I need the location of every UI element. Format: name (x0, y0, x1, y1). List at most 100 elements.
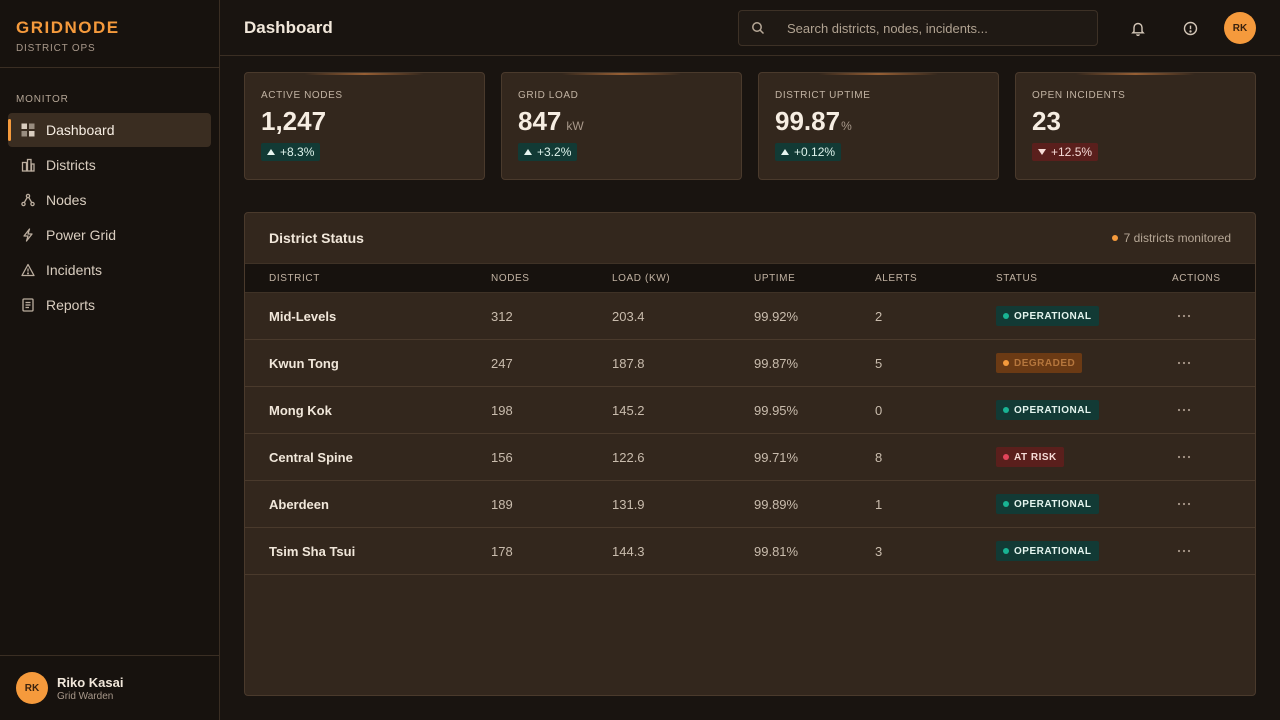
kpi-delta-badge: +3.2% (518, 143, 578, 161)
header-avatar[interactable]: RK (1224, 12, 1256, 44)
uptime-value: 99.87% (754, 355, 799, 371)
uptime-value: 99.95% (754, 402, 799, 418)
status-cell: OPERATIONAL (996, 528, 1099, 574)
kpi-value: 847 (518, 106, 562, 136)
arrow-up-icon (781, 149, 789, 155)
sidebar-item-reports[interactable]: Reports (8, 288, 211, 322)
arrow-up-icon (267, 149, 275, 155)
column-header-actions[interactable]: ACTIONS (1172, 264, 1221, 292)
kpi-label: GRID LOAD (518, 90, 579, 101)
brand-subtitle: DISTRICT OPS (16, 43, 96, 54)
row-actions-button[interactable] (1172, 528, 1196, 574)
help-button[interactable] (1180, 18, 1200, 38)
alerts-count: 2 (875, 308, 883, 324)
bell-icon (1131, 22, 1145, 36)
row-actions-button[interactable] (1172, 434, 1196, 480)
sidebar-item-label: Incidents (46, 262, 103, 278)
sidebar-item-districts[interactable]: Districts (8, 148, 211, 182)
status-badge: DEGRADED (996, 353, 1083, 373)
kpi-value: 23 (1032, 106, 1061, 136)
alerts-count: 0 (875, 402, 883, 418)
kpi-label: OPEN INCIDENTS (1032, 90, 1126, 101)
column-header-status[interactable]: STATUS (996, 264, 1038, 292)
alerts-count: 5 (875, 355, 883, 371)
sidebar-item-nodes[interactable]: Nodes (8, 183, 211, 217)
status-dot (1003, 360, 1009, 366)
table-row[interactable]: Tsim Sha Tsui 178 144.3 99.81% 3 OPERATI… (245, 528, 1255, 575)
search-bar[interactable] (738, 10, 1098, 46)
column-header-uptime[interactable]: UPTIME (754, 264, 795, 292)
status-label: DEGRADED (1014, 357, 1076, 369)
uptime-value: 99.71% (754, 449, 799, 465)
load-value: 203.4 (612, 308, 645, 324)
load-value: 131.9 (612, 496, 645, 512)
status-dot (1003, 407, 1009, 413)
status-cell: DEGRADED (996, 340, 1083, 386)
status-label: AT RISK (1014, 451, 1057, 463)
status-cell: AT RISK (996, 434, 1064, 480)
more-horizontal-icon (1177, 455, 1191, 459)
sidebar-item-label: Nodes (46, 192, 87, 208)
table-row[interactable]: Kwun Tong 247 187.8 99.87% 5 DEGRADED (245, 340, 1255, 387)
column-header-nodes[interactable]: NODES (491, 264, 530, 292)
page-title: Dashboard (244, 17, 333, 37)
kpi-card-district-uptime[interactable]: DISTRICT UPTIME 99.87 % +0.12% (758, 72, 999, 180)
brand: GRIDNODE DISTRICT OPS (0, 0, 219, 68)
sidebar-item-incidents[interactable]: Incidents (8, 253, 211, 287)
table-row[interactable]: Central Spine 156 122.6 99.71% 8 AT RISK (245, 434, 1255, 481)
user-avatar: RK (16, 672, 48, 704)
panel-header: District Status 7 districts monitored (245, 213, 1255, 263)
status-label: OPERATIONAL (1014, 404, 1092, 416)
table-row[interactable]: Mid-Levels 312 203.4 99.92% 2 OPERATIONA… (245, 293, 1255, 340)
row-actions-button[interactable] (1172, 387, 1196, 433)
status-cell: OPERATIONAL (996, 293, 1099, 339)
status-badge: OPERATIONAL (996, 494, 1099, 514)
load-value: 145.2 (612, 402, 645, 418)
node-count: 198 (491, 402, 513, 418)
node-count: 189 (491, 496, 513, 512)
more-horizontal-icon (1177, 502, 1191, 506)
status-cell: OPERATIONAL (996, 387, 1099, 433)
kpi-delta-badge: +12.5% (1032, 143, 1099, 161)
nav-section-label: MONITOR (16, 94, 69, 105)
district-name: Mid-Levels (269, 308, 337, 324)
table-row[interactable]: Aberdeen 189 131.9 99.89% 1 OPERATIONAL (245, 481, 1255, 528)
node-count: 156 (491, 449, 513, 465)
status-dot (1003, 548, 1009, 554)
row-actions-button[interactable] (1172, 340, 1196, 386)
table-row[interactable]: Mong Kok 198 145.2 99.95% 0 OPERATIONAL (245, 387, 1255, 434)
kpi-card-open-incidents[interactable]: OPEN INCIDENTS 23 +12.5% (1015, 72, 1256, 180)
kpi-delta-badge: +8.3% (261, 143, 321, 161)
column-header-alerts[interactable]: ALERTS (875, 264, 917, 292)
kpi-delta-badge: +0.12% (775, 143, 842, 161)
alerts-count: 3 (875, 543, 883, 559)
kpi-delta-value: +0.12% (794, 145, 836, 159)
notifications-button[interactable] (1128, 18, 1148, 38)
sidebar-item-dashboard[interactable]: Dashboard (8, 113, 211, 147)
more-horizontal-icon (1177, 408, 1191, 412)
row-actions-button[interactable] (1172, 293, 1196, 339)
kpi-value: 1,247 (261, 106, 327, 136)
kpi-delta-value: +3.2% (537, 145, 572, 159)
bolt-icon (20, 227, 36, 243)
kpi-card-active-nodes[interactable]: ACTIVE NODES 1,247 +8.3% (244, 72, 485, 180)
sidebar-nav: Dashboard Districts Nodes Power Grid Inc… (0, 113, 219, 322)
status-dot (1003, 454, 1009, 460)
kpi-delta-value: +12.5% (1051, 145, 1093, 159)
arrow-down-icon (1038, 149, 1046, 155)
kpi-card-grid-load[interactable]: GRID LOAD 847 kW +3.2% (501, 72, 742, 180)
column-header-district[interactable]: DISTRICT (269, 264, 320, 292)
arrow-up-icon (524, 149, 532, 155)
search-input[interactable] (787, 20, 1097, 36)
grid-icon (20, 122, 36, 138)
sidebar-item-power-grid[interactable]: Power Grid (8, 218, 211, 252)
sidebar-item-label: Dashboard (46, 122, 115, 138)
more-horizontal-icon (1177, 361, 1191, 365)
row-actions-button[interactable] (1172, 481, 1196, 527)
status-label: OPERATIONAL (1014, 545, 1092, 557)
document-icon (20, 297, 36, 313)
more-horizontal-icon (1177, 314, 1191, 318)
help-icon (1183, 21, 1197, 35)
user-profile[interactable]: RK Riko Kasai Grid Warden (0, 655, 219, 720)
column-header-load-kw[interactable]: LOAD (KW) (612, 264, 670, 292)
